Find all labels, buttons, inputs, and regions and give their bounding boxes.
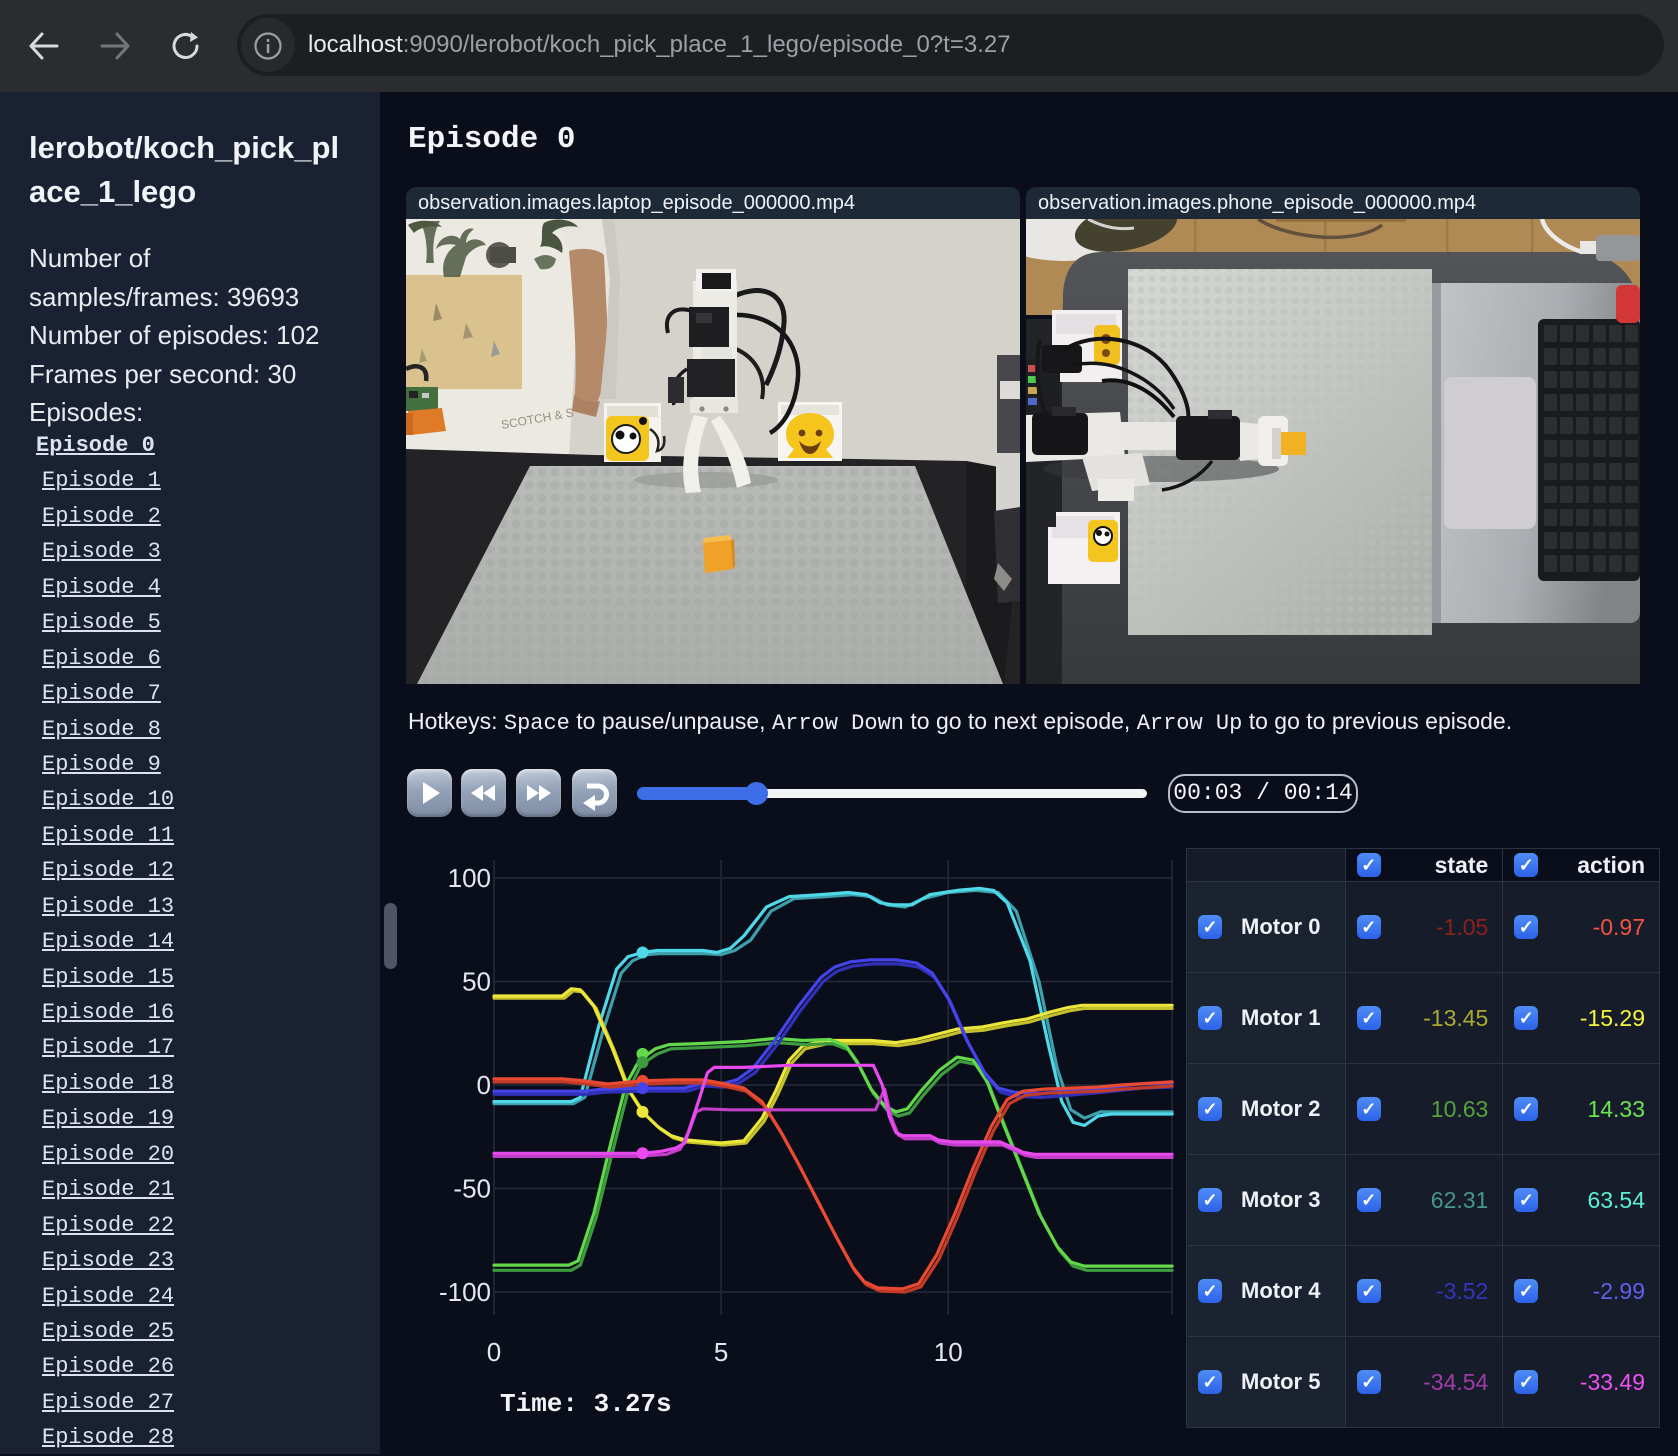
svg-text:0: 0 (487, 1337, 501, 1367)
svg-text:-50: -50 (453, 1174, 491, 1204)
svg-text:10: 10 (934, 1337, 963, 1367)
svg-text:Time: 3.27s: Time: 3.27s (500, 1389, 672, 1419)
svg-text:-100: -100 (439, 1277, 491, 1307)
svg-text:5: 5 (714, 1337, 728, 1367)
svg-text:50: 50 (462, 967, 491, 997)
svg-text:100: 100 (448, 863, 491, 893)
svg-text:0: 0 (477, 1070, 491, 1100)
